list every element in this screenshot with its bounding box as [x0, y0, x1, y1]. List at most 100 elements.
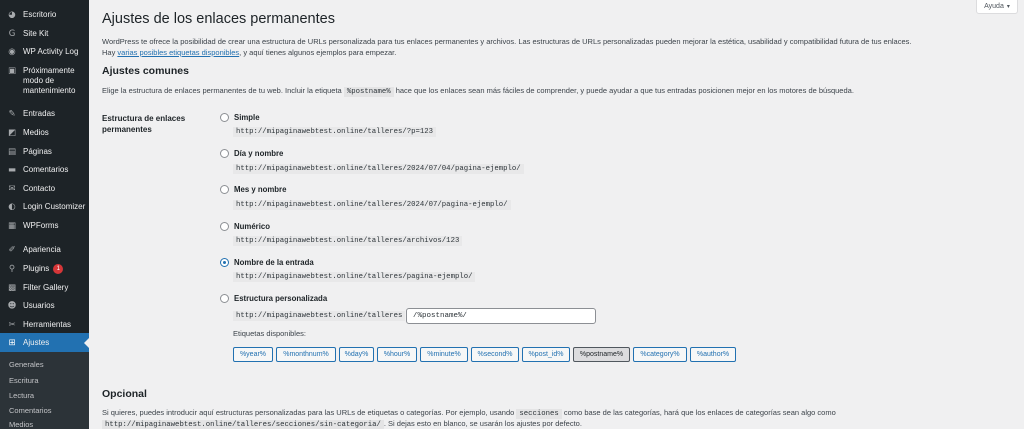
sidebar-item-label: Login Customizer: [23, 202, 86, 211]
mail-icon: ✉: [8, 184, 16, 194]
sidebar-item-apariencia[interactable]: ✐ Apariencia: [0, 245, 89, 255]
sidebar-item-paginas[interactable]: ▤ Páginas: [0, 147, 89, 157]
help-tab-button[interactable]: Ayuda ▾: [976, 0, 1018, 14]
url-example-simple: http://mipaginawebtest.online/talleres/?…: [233, 127, 437, 137]
optional-heading: Opcional: [102, 388, 147, 400]
sidebar-item-label: Plugins: [23, 264, 50, 273]
available-tags-label: Etiquetas disponibles:: [233, 329, 306, 338]
sidebar-item-label: WPForms: [23, 221, 59, 230]
sidebar-item-wp-activity-log[interactable]: ◉ WP Activity Log: [0, 47, 89, 57]
sidebar-item-comentarios[interactable]: ▬ Comentarios: [0, 165, 89, 175]
custom-structure-input[interactable]: [406, 308, 596, 324]
optional-text-after: como base de las categorías, hará que lo…: [561, 408, 836, 417]
chevron-down-icon: ▾: [1006, 4, 1010, 10]
sidebar-item-label: Próximamente modo de mantenimiento: [23, 66, 76, 95]
update-count-badge: 1: [53, 264, 64, 274]
radio-day-name[interactable]: [220, 149, 229, 158]
activity-log-icon: ◉: [8, 47, 16, 57]
sidebar-item-label: Comentarios: [23, 165, 69, 174]
sidebar-item-label: Contacto: [23, 184, 56, 193]
sidebar-item-ajustes[interactable]: ⊞ Ajustes: [0, 333, 89, 352]
postname-code: %postname%: [343, 87, 394, 97]
maintenance-icon: ▣: [7, 66, 17, 76]
intro-paragraph: WordPress te ofrece la posibilidad de cr…: [102, 36, 912, 58]
sidebar-item-label: Herramientas: [23, 320, 72, 329]
sidebar-item-usuarios[interactable]: ☻ Usuarios: [0, 301, 89, 311]
sidebar-item-maintenance[interactable]: ▣ Próximamente modo de mantenimiento: [0, 66, 89, 96]
comments-icon: ▬: [7, 165, 17, 175]
sidebar-item-entradas[interactable]: ✎ Entradas: [0, 109, 89, 119]
sidebar-item-medios[interactable]: ◩ Medios: [0, 128, 89, 138]
tag-button-year[interactable]: %year%: [233, 347, 273, 362]
sidebar-item-filter-gallery[interactable]: ▩ Filter Gallery: [0, 283, 89, 293]
tag-button-second[interactable]: %second%: [471, 347, 519, 362]
tools-icon: ✂: [8, 320, 16, 330]
active-indicator-arrow: [84, 338, 89, 348]
sidebar-item-herramientas[interactable]: ✂ Herramientas: [0, 320, 89, 330]
sidebar-item-escritorio[interactable]: ◕ Escritorio: [0, 10, 89, 20]
url-example-numeric: http://mipaginawebtest.online/talleres/a…: [233, 236, 463, 246]
tag-button-category[interactable]: %category%: [633, 347, 687, 362]
login-customizer-icon: ◐: [8, 202, 16, 212]
admin-sidebar: ◕ Escritorio G Site Kit ◉ WP Activity Lo…: [0, 0, 89, 429]
radio-simple[interactable]: [220, 113, 229, 122]
brush-icon: ✐: [8, 245, 16, 255]
media-icon: ◩: [7, 128, 17, 138]
forms-icon: ▦: [7, 221, 17, 231]
radio-month-name[interactable]: [220, 185, 229, 194]
sidebar-item-contacto[interactable]: ✉ Contacto: [0, 184, 89, 194]
url-example-post-name: http://mipaginawebtest.online/talleres/p…: [233, 272, 476, 282]
common-settings-heading: Ajustes comunes: [102, 65, 189, 77]
tag-button-day[interactable]: %day%: [339, 347, 374, 362]
sidebar-item-label: Usuarios: [23, 301, 55, 310]
common-description: Elige la estructura de enlaces permanent…: [102, 85, 854, 98]
plugin-icon: ⚲: [8, 264, 16, 274]
option-post-name[interactable]: Nombre de la entrada: [220, 258, 314, 267]
url-example-day-name: http://mipaginawebtest.online/talleres/2…: [233, 164, 524, 174]
radio-post-name[interactable]: [220, 258, 229, 267]
submenu-item-lectura[interactable]: Lectura: [9, 391, 34, 400]
sitekit-icon: G: [8, 29, 16, 39]
tags-docs-link[interactable]: varias posibles etiquetas disponibles: [117, 48, 239, 57]
category-example-code: http://mipaginawebtest.online/talleres/s…: [102, 420, 384, 429]
option-month-name[interactable]: Mes y nombre: [220, 185, 286, 194]
option-custom[interactable]: Estructura personalizada: [220, 294, 327, 303]
tag-button-monthnum[interactable]: %monthnum%: [276, 347, 336, 362]
sidebar-item-plugins[interactable]: ⚲ Plugins 1: [0, 264, 89, 274]
sidebar-item-login-customizer[interactable]: ◐ Login Customizer: [0, 202, 89, 212]
url-base-custom: http://mipaginawebtest.online/talleres: [233, 311, 406, 321]
radio-custom[interactable]: [220, 294, 229, 303]
sidebar-item-wpforms[interactable]: ▦ WPForms: [0, 221, 89, 231]
tag-button-hour[interactable]: %hour%: [377, 347, 417, 362]
dashboard-icon: ◕: [8, 10, 16, 20]
option-label: Estructura personalizada: [234, 294, 328, 303]
option-label: Mes y nombre: [234, 185, 287, 194]
sidebar-item-label: WP Activity Log: [23, 47, 79, 56]
permalink-structure-label: Estructura de enlaces permanentes: [102, 114, 186, 134]
settings-submenu: Generales Escritura Lectura Comentarios …: [0, 352, 89, 429]
tag-button-minute[interactable]: %minute%: [420, 347, 468, 362]
pages-icon: ▤: [7, 147, 17, 157]
tag-button-postname[interactable]: %postname%: [573, 347, 630, 362]
sidebar-item-label: Site Kit: [23, 29, 49, 38]
sidebar-item-site-kit[interactable]: G Site Kit: [0, 29, 89, 39]
sidebar-item-label: Escritorio: [23, 10, 57, 19]
radio-numeric[interactable]: [220, 222, 229, 231]
pin-icon: ✎: [8, 109, 16, 119]
submenu-item-medios[interactable]: Medios: [9, 420, 33, 429]
option-numeric[interactable]: Numérico: [220, 222, 270, 231]
option-label: Día y nombre: [234, 149, 284, 158]
common-desc-text: Elige la estructura de enlaces permanent…: [102, 86, 344, 95]
tag-button-post-id[interactable]: %post_id%: [522, 347, 570, 362]
tag-button-author[interactable]: %author%: [690, 347, 736, 362]
users-icon: ☻: [7, 301, 17, 311]
submenu-item-comentarios[interactable]: Comentarios: [9, 406, 52, 415]
option-simple[interactable]: Simple: [220, 113, 260, 122]
common-desc-tail: hace que los enlaces sean más fáciles de…: [393, 86, 854, 95]
url-example-month-name: http://mipaginawebtest.online/talleres/2…: [233, 200, 511, 210]
settings-icon: ⊞: [8, 337, 16, 348]
submenu-item-generales[interactable]: Generales: [9, 360, 44, 369]
option-day-name[interactable]: Día y nombre: [220, 149, 283, 158]
submenu-item-escritura[interactable]: Escritura: [9, 376, 39, 385]
option-label: Simple: [234, 113, 260, 122]
